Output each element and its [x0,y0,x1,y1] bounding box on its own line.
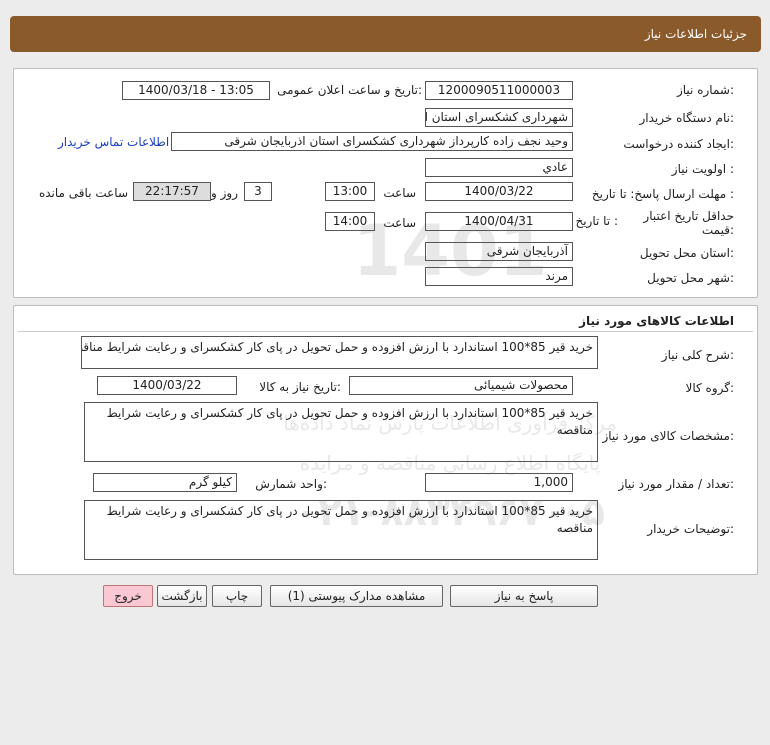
days-remaining-field: 3 [244,182,272,201]
priority-field: عادي [425,158,573,177]
price-until-label: تا تاریخ : [575,214,618,228]
unit-label: واحد شمارش: [255,477,327,491]
page-header: جزئیات اطلاعات نیاز [10,16,761,52]
buyer-notes-label: توضیحات خریدار: [647,522,734,536]
buyer-notes-field: خرید قیر 85*100 استاندارد با ارزش افزوده… [84,500,598,560]
group-field: محصولات شیمیائی [349,376,573,395]
page-title: جزئیات اطلاعات نیاز [644,27,747,41]
buyer-label: نام دستگاه خریدار: [639,111,735,125]
province-field: آذربایجان شرقی [425,242,573,261]
price-validity-label: حداقل تاریخ اعتبار قیمت: [643,209,734,237]
specs-field: خرید قیر 85*100 استاندارد با ارزش افزوده… [84,402,598,462]
need-date-field: 1400/03/22 [97,376,237,395]
reply-deadline-label: مهلت ارسال پاسخ: تا تاریخ : [591,187,734,201]
reply-time-label: ساعت [383,186,416,200]
group-label: گروه کالا: [685,381,735,395]
specs-label: مشخصات کالای مورد نیاز: [602,429,734,443]
section-divider [18,331,753,332]
view-attachments-button[interactable]: مشاهده مدارک پیوستی (1) [270,585,443,607]
announce-label: تاریخ و ساعت اعلان عمومی: [277,83,422,97]
reply-button[interactable]: پاسخ به نیاز [450,585,598,607]
province-label: استان محل تحویل: [639,246,734,260]
reply-date-field: 1400/03/22 [425,182,573,201]
remaining-label: ساعت باقی مانده [38,186,128,200]
general-info-panel [13,68,758,298]
announce-datetime-field: 1400/03/18 - 13:05 [122,81,270,100]
exit-button[interactable]: خروج [103,585,153,607]
days-label: روز و [211,186,238,200]
quantity-field: 1,000 [425,473,573,492]
creator-field: وحید نجف زاده کارپرداز شهرداری کشکسرای ا… [171,132,573,151]
back-button[interactable]: بازگشت [157,585,207,607]
goods-section-title: اطلاعات کالاهای مورد نیاز [579,314,734,328]
remaining-time-field: 22:17:57 [133,182,211,201]
print-button[interactable]: چاپ [212,585,262,607]
reply-time-field: 13:00 [325,182,375,201]
creator-label: ایجاد کننده درخواست: [623,137,734,151]
need-number-field: 1200090511000003 [425,81,573,100]
need-number-label: شماره نیاز: [676,83,734,97]
unit-field: کیلو گرم [93,473,237,492]
description-field: خرید قیر 85*100 استاندارد با ارزش افزوده… [81,336,598,369]
priority-label: اولویت نیاز : [671,162,734,176]
city-field: مرند [425,267,573,286]
description-label: شرح کلی نیاز: [661,348,734,362]
quantity-label: تعداد / مقدار مورد نیاز: [618,477,734,491]
need-date-label: تاریخ نیاز به کالا: [259,380,341,394]
buyer-contact-link[interactable]: اطلاعات تماس خریدار [58,135,169,149]
price-time-field: 14:00 [325,212,375,231]
city-label: شهر محل تحویل: [647,271,734,285]
buyer-field: شهرداری کشکسرای استان اذربایجان شرقی [425,108,573,127]
price-time-label: ساعت [383,216,416,230]
price-date-field: 1400/04/31 [425,212,573,231]
